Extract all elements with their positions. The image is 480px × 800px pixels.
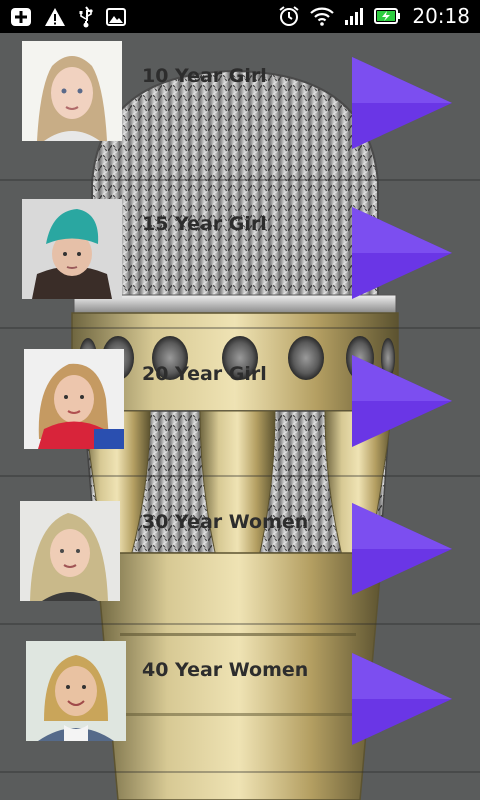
- status-bar: 20:18: [0, 0, 480, 33]
- voice-label: 30 Year Women: [142, 511, 309, 533]
- avatar-10-year-girl: [22, 41, 122, 141]
- play-button-10-year-girl[interactable]: [350, 55, 454, 151]
- voice-label: 15 Year Girl: [142, 213, 267, 235]
- battery-charging-icon: [374, 8, 401, 24]
- voice-label: 10 Year Girl: [142, 65, 267, 87]
- add-box-icon: [11, 8, 31, 26]
- signal-icon: [345, 8, 364, 25]
- avatar-20-year-girl: [24, 349, 124, 449]
- voice-row-10-year-girl[interactable]: 10 Year Girl: [0, 33, 480, 181]
- voice-row-15-year-girl[interactable]: 15 Year Girl: [0, 181, 480, 329]
- voice-label: 20 Year Girl: [142, 363, 267, 385]
- alarm-icon: [279, 6, 299, 26]
- voice-row-30-year-women[interactable]: 30 Year Women: [0, 477, 480, 625]
- voice-row-40-year-women[interactable]: 40 Year Women: [0, 625, 480, 773]
- avatar-15-year-girl: [22, 199, 122, 299]
- wifi-icon: [310, 7, 335, 26]
- image-icon: [106, 8, 126, 26]
- play-button-15-year-girl[interactable]: [350, 205, 454, 301]
- play-button-40-year-women[interactable]: [350, 651, 454, 747]
- avatar-30-year-women: [20, 501, 120, 601]
- usb-icon: [79, 6, 93, 28]
- voice-row-20-year-girl[interactable]: 20 Year Girl: [0, 329, 480, 477]
- status-time: 20:18: [412, 4, 470, 28]
- warning-icon: [45, 8, 65, 26]
- play-button-30-year-women[interactable]: [350, 501, 454, 597]
- avatar-40-year-women: [26, 641, 126, 741]
- voice-list-screen: 10 Year Girl 15 Year Girl 20 Year Girl 3…: [0, 33, 480, 800]
- play-button-20-year-girl[interactable]: [350, 353, 454, 449]
- voice-label: 40 Year Women: [142, 659, 309, 681]
